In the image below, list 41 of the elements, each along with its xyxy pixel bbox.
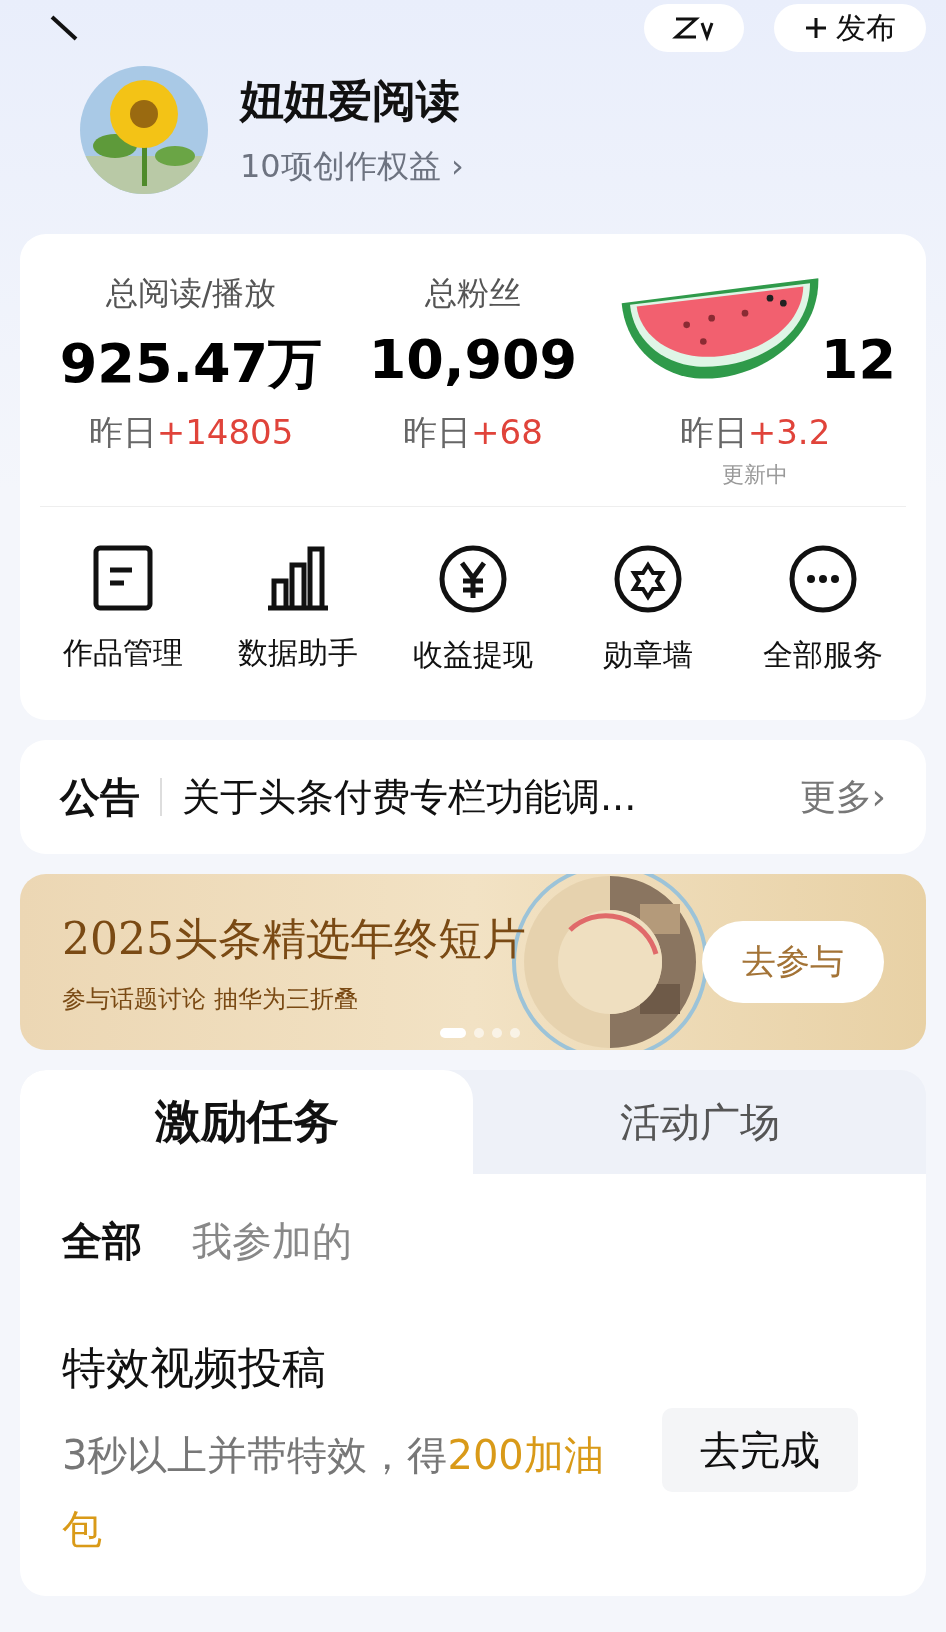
service-button[interactable]: 勋章墙 bbox=[560, 545, 736, 676]
filter-tab[interactable]: 我参加的 bbox=[192, 1214, 352, 1269]
more-link[interactable]: 更多› bbox=[799, 772, 886, 822]
user-name: 妞妞爱阅读 bbox=[240, 73, 461, 128]
service-button[interactable]: 作品管理 bbox=[36, 545, 211, 676]
badge-icon bbox=[613, 545, 682, 613]
yen-icon bbox=[439, 545, 507, 613]
complete-button[interactable]: 去完成 bbox=[662, 1408, 858, 1492]
status-note: 更新中 bbox=[722, 461, 788, 489]
benefits-link[interactable]: 10项创作权益 › bbox=[240, 144, 464, 189]
stat-change: 昨日+14805 bbox=[88, 411, 294, 454]
service-button[interactable]: 收益提现 bbox=[385, 545, 561, 676]
task-description: 3秒以上并带特效，得200加油包 bbox=[62, 1431, 605, 1554]
sort-button[interactable] bbox=[644, 4, 744, 52]
stat-value: 10,909 bbox=[368, 328, 578, 392]
carousel-dot[interactable] bbox=[474, 1028, 484, 1038]
stat-label: 总粉丝 bbox=[425, 273, 521, 314]
publish-button[interactable]: 发布 bbox=[774, 4, 926, 52]
carousel-dot[interactable] bbox=[510, 1028, 520, 1038]
bar-chart-icon bbox=[266, 545, 331, 611]
plus-icon bbox=[804, 16, 828, 40]
stat-value: 12 bbox=[820, 328, 896, 392]
more-icon bbox=[788, 545, 857, 613]
carousel-dot[interactable] bbox=[492, 1028, 502, 1038]
promo-banner[interactable]: 2025头条精选年终短片 参与话题讨论 抽华为三折叠 去参与 bbox=[20, 874, 926, 1050]
filter-tab[interactable]: 全部 bbox=[62, 1214, 142, 1269]
stat-change: 昨日+68 bbox=[403, 411, 543, 454]
stat-change: 昨日+3.2 bbox=[679, 411, 831, 454]
service-button[interactable]: 全部服务 bbox=[735, 545, 910, 676]
notice-tag: 公告 bbox=[60, 778, 162, 816]
stat-label: 总阅读/播放 bbox=[105, 273, 277, 314]
task-title: 特效视频投稿 bbox=[62, 1341, 327, 1395]
banner-title: 2025头条精选年终短片 bbox=[62, 911, 526, 966]
service-button[interactable]: 数据助手 bbox=[210, 545, 386, 676]
stat-value: 925.47万 bbox=[59, 331, 323, 392]
tab[interactable]: 激励任务 bbox=[20, 1070, 473, 1174]
notice-text[interactable]: 关于头条付费专栏功能调... bbox=[182, 771, 780, 823]
banner-subtitle: 参与话题讨论 抽华为三折叠 bbox=[62, 983, 359, 1015]
document-icon bbox=[93, 545, 154, 611]
join-button[interactable]: 去参与 bbox=[702, 921, 884, 1003]
back-icon[interactable] bbox=[50, 13, 80, 43]
